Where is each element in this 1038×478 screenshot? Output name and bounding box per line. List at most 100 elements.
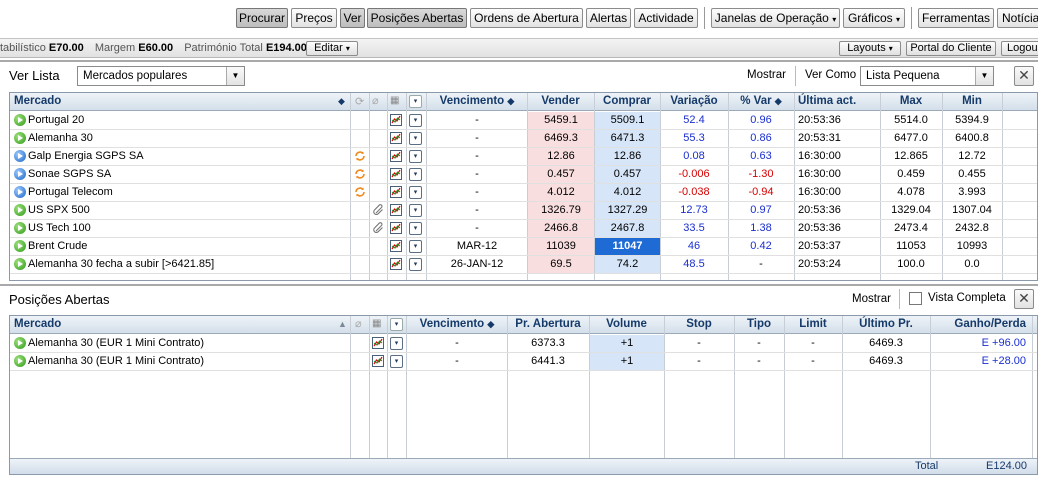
sell-price-cell[interactable]: 12.86 <box>528 148 594 165</box>
volume-cell[interactable]: +1 <box>590 335 664 352</box>
sell-price-cell[interactable]: 6469.3 <box>528 130 594 147</box>
buy-price-cell[interactable]: 2467.8 <box>595 220 660 237</box>
table-row[interactable]: US Tech 100 ▾ - 2466.8 2467.8 33.5 1.38 20:53:3… <box>10 220 1037 238</box>
close-positions-button[interactable]: ✕ <box>1014 289 1034 309</box>
market-name[interactable]: US Tech 100 <box>24 220 344 237</box>
table-row[interactable]: Brent Crude ▾ MAR-12 11039 11047 46 0.42 20:53:… <box>10 238 1037 256</box>
buy-price-cell[interactable]: 0.457 <box>595 166 660 183</box>
column-header-type[interactable]: Tipo <box>734 316 784 334</box>
column-header-volume[interactable]: Volume <box>589 316 664 334</box>
market-name[interactable]: Portugal 20 <box>24 112 344 129</box>
column-header-market[interactable]: Mercado <box>10 93 350 111</box>
column-header-stop[interactable]: Stop <box>664 316 734 334</box>
buy-price-cell[interactable]: 6471.3 <box>595 130 660 147</box>
chart-icon[interactable] <box>390 168 402 180</box>
table-row[interactable]: Portugal 20 ▾ - 5459.1 5509.1 52.4 0.96 20:53:3… <box>10 112 1037 130</box>
column-header-change[interactable]: Variação <box>660 93 728 111</box>
row-menu-icon[interactable]: ▾ <box>409 258 422 271</box>
full-view-checkbox[interactable] <box>909 292 922 305</box>
sell-price-cell[interactable]: 4.012 <box>528 184 594 201</box>
table-row[interactable]: Alemanha 30 fecha a subir [>6421.85] ▾ 26-… <box>10 256 1037 274</box>
chart-icon[interactable] <box>390 150 402 162</box>
activity-button[interactable]: Actividade <box>634 8 698 28</box>
positions-show-button[interactable]: Mostrar <box>852 293 891 305</box>
chart-icon[interactable] <box>390 258 402 270</box>
volume-cell[interactable]: +1 <box>590 353 664 370</box>
column-header-min[interactable]: Min <box>942 93 1002 111</box>
limit-cell[interactable]: - <box>784 335 842 352</box>
buy-price-cell[interactable]: 11047 <box>595 238 660 255</box>
charts-button[interactable]: Gráficos ▾ <box>843 8 905 28</box>
close-watchlist-button[interactable]: ✕ <box>1014 66 1034 86</box>
sort-asc-icon[interactable]: ▲ <box>338 319 347 329</box>
search-button[interactable]: Procurar <box>236 8 288 28</box>
watchlist-show-button[interactable]: Mostrar <box>747 69 786 81</box>
column-header-expiry[interactable]: Vencimento ◆ <box>407 316 507 334</box>
trading-windows-button[interactable]: Janelas de Operação ▾ <box>711 8 840 28</box>
sell-price-cell[interactable]: 2466.8 <box>528 220 594 237</box>
column-header-sell[interactable]: Vender <box>527 93 594 111</box>
row-menu-icon[interactable]: ▾ <box>409 186 422 199</box>
column-header-pct-change[interactable]: % Var ◆ <box>728 93 794 111</box>
view-button[interactable]: Ver <box>340 8 365 28</box>
sell-price-cell[interactable]: 5459.1 <box>528 112 594 129</box>
sell-price-cell[interactable]: 0.457 <box>528 166 594 183</box>
row-menu-icon[interactable]: ▾ <box>409 168 422 181</box>
stop-cell[interactable]: - <box>664 353 734 370</box>
watchlist-select[interactable]: Mercados populares ▼ <box>77 66 245 86</box>
layouts-button[interactable]: Layouts ▾ <box>839 41 901 56</box>
logout-button[interactable]: Logou <box>1001 41 1038 56</box>
column-header-pnl[interactable]: Ganho/Perda <box>930 316 1032 334</box>
column-header-last-price[interactable]: Último Pr. <box>842 316 930 334</box>
table-row[interactable]: Galp Energia SGPS SA ▾ - 12.86 12.86 0.08 0.63… <box>10 148 1037 166</box>
market-name[interactable]: Alemanha 30 fecha a subir [>6421.85] <box>24 256 344 273</box>
client-portal-button[interactable]: Portal do Cliente <box>906 41 996 56</box>
market-name[interactable]: Galp Energia SGPS SA <box>24 148 344 165</box>
chart-icon[interactable] <box>390 204 402 216</box>
chart-icon[interactable] <box>372 337 384 349</box>
chart-icon[interactable] <box>390 240 402 252</box>
column-header-open-price[interactable]: Pr. Abertura <box>507 316 589 334</box>
table-row[interactable]: Alemanha 30 (EUR 1 Mini Contrato) ▾ - 6441.… <box>10 353 1037 371</box>
sell-price-cell[interactable]: 1326.79 <box>528 202 594 219</box>
market-name[interactable]: Alemanha 30 (EUR 1 Mini Contrato) <box>24 353 344 370</box>
column-header-expiry[interactable]: Vencimento ◆ <box>427 93 527 111</box>
column-header-market[interactable]: Mercado <box>10 316 350 334</box>
row-menu-icon[interactable]: ▾ <box>390 355 403 368</box>
chart-icon[interactable] <box>390 186 402 198</box>
column-header-max[interactable]: Max <box>880 93 942 111</box>
market-name[interactable]: Portugal Telecom <box>24 184 344 201</box>
row-menu-icon[interactable]: ▾ <box>409 222 422 235</box>
chart-icon[interactable] <box>390 114 402 126</box>
prices-button[interactable]: Preços <box>291 8 337 28</box>
market-name[interactable]: US SPX 500 <box>24 202 344 219</box>
sort-icon[interactable]: ◆ <box>338 96 345 107</box>
market-name[interactable]: Alemanha 30 <box>24 130 344 147</box>
column-header-buy[interactable]: Comprar <box>594 93 660 111</box>
news-button[interactable]: Notícias <box>997 8 1038 28</box>
limit-cell[interactable]: - <box>784 353 842 370</box>
table-row[interactable]: Alemanha 30 ▾ - 6469.3 6471.3 55.3 0.86 20:53:3… <box>10 130 1037 148</box>
column-header-limit[interactable]: Limit <box>784 316 842 334</box>
table-row[interactable]: Alemanha 30 (EUR 1 Mini Contrato) ▾ - 6373.… <box>10 335 1037 353</box>
table-row[interactable]: Portugal Telecom ▾ - 4.012 4.012 -0.038 -0.94 1… <box>10 184 1037 202</box>
open-orders-button[interactable]: Ordens de Abertura <box>470 8 583 28</box>
table-row[interactable]: Sonae SGPS SA ▾ - 0.457 0.457 -0.006 -1.30 16:3… <box>10 166 1037 184</box>
market-name[interactable]: Brent Crude <box>24 238 344 255</box>
sell-price-cell[interactable]: 11039 <box>528 238 594 255</box>
table-row[interactable]: US SPX 500 ▾ - 1326.79 1327.29 12.73 0.97 20:53… <box>10 202 1037 220</box>
buy-price-cell[interactable]: 5509.1 <box>595 112 660 129</box>
alerts-button[interactable]: Alertas <box>586 8 631 28</box>
chart-icon[interactable] <box>372 355 384 367</box>
row-menu-icon[interactable]: ▾ <box>409 240 422 253</box>
buy-price-cell[interactable]: 74.2 <box>595 256 660 273</box>
tools-button[interactable]: Ferramentas <box>918 8 994 28</box>
row-menu-icon[interactable]: ▾ <box>409 132 422 145</box>
column-header-last-update[interactable]: Última act. <box>794 93 880 111</box>
market-name[interactable]: Sonae SGPS SA <box>24 166 344 183</box>
sell-price-cell[interactable]: 69.5 <box>528 256 594 273</box>
chart-icon[interactable] <box>390 222 402 234</box>
row-menu-icon[interactable]: ▾ <box>409 114 422 127</box>
stop-cell[interactable]: - <box>664 335 734 352</box>
row-menu-icon[interactable]: ▾ <box>409 204 422 217</box>
